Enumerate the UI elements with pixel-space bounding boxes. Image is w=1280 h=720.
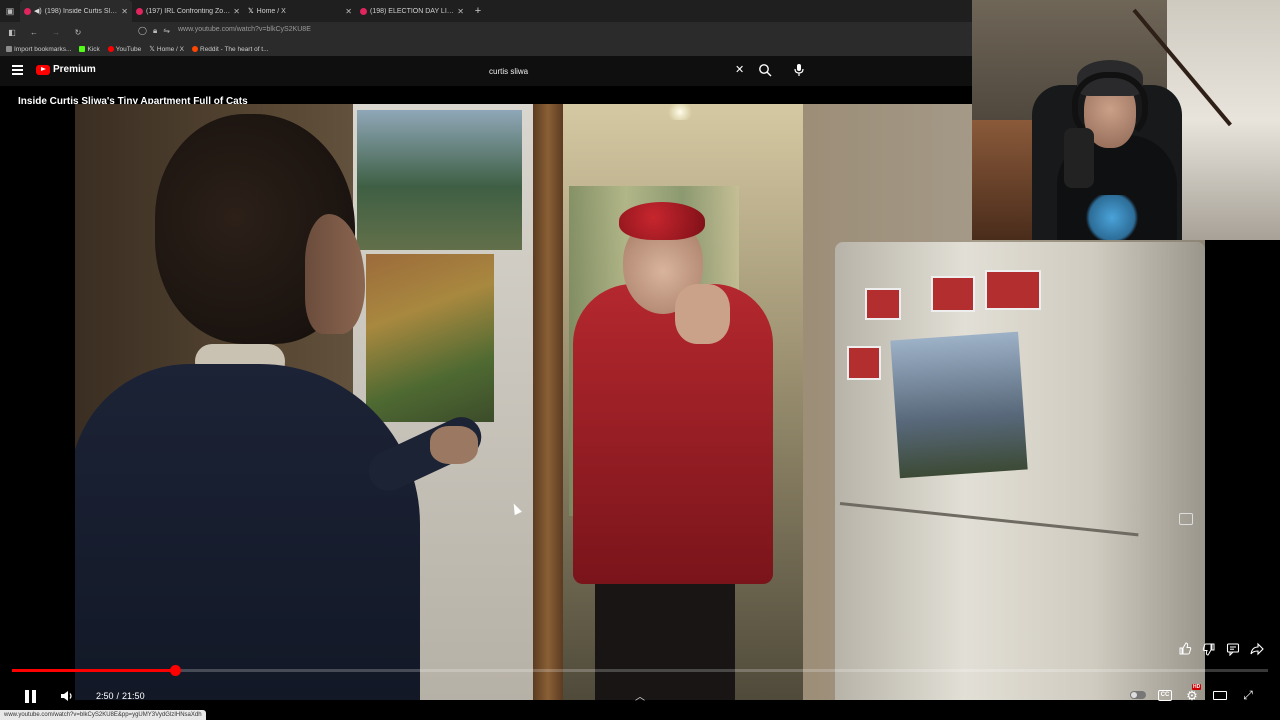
scene-fridge-magnet (985, 270, 1041, 310)
tab-label: (197) IRL Confronting Zohran M (146, 7, 230, 15)
video-actions (1178, 642, 1264, 656)
bookmark-import[interactable]: Import bookmarks... (6, 46, 71, 53)
new-tab-button[interactable]: + (468, 5, 488, 17)
close-icon[interactable]: ✕ (345, 7, 352, 16)
browser-tab-0[interactable]: ◀) (198) Inside Curtis Sliwa's T ✕ (20, 0, 132, 22)
scene-man-legs (595, 574, 735, 700)
close-icon[interactable]: ✕ (121, 7, 128, 16)
dislike-icon[interactable] (1202, 642, 1216, 656)
x-icon: 𝕏 (149, 46, 155, 53)
youtube-icon (360, 7, 367, 15)
bookmark-label: Import bookmarks... (14, 45, 72, 53)
shield-icon[interactable]: ◯ (138, 26, 147, 36)
chevron-up-icon[interactable]: ︿ (634, 690, 646, 703)
address-bar[interactable]: www.youtube.com/watch?v=blkCyS2KU8E (178, 26, 311, 33)
bookmarks-bar: Import bookmarks... Kick YouTube 𝕏 Home … (0, 42, 972, 56)
webcam-shelf (972, 120, 1032, 240)
browser-tab-2[interactable]: 𝕏 Home / X ✕ (244, 0, 356, 22)
scene-gesturing-hand (675, 284, 730, 344)
progress-played (12, 669, 176, 672)
comment-icon[interactable] (1226, 642, 1240, 656)
search-input[interactable]: curtis sliwa (482, 61, 752, 81)
scene-doorframe (533, 104, 563, 700)
scene-fridge-magnet (931, 276, 975, 312)
time-separator: / (116, 691, 120, 701)
youtube-play-icon (36, 64, 50, 75)
forward-button[interactable]: → (50, 28, 62, 37)
back-button[interactable]: ← (28, 28, 40, 37)
speaker-icon[interactable]: ◀) (34, 7, 42, 15)
bookmark-youtube[interactable]: YouTube (107, 45, 142, 53)
settings-icon[interactable]: ⚙ HD (1184, 684, 1202, 702)
permissions-icon[interactable]: ⇋ (163, 26, 170, 36)
bookmark-reddit[interactable]: Reddit - The heart of t... (192, 46, 269, 53)
tab-label: (198) ELECTION DAY LIVE: Wat (370, 7, 454, 15)
tab-label: Home / X (256, 7, 286, 15)
reload-button[interactable]: ↻ (72, 28, 84, 37)
browser-tab-1[interactable]: (197) IRL Confronting Zohran M ✕ (132, 0, 244, 22)
clear-search-icon[interactable]: ✕ (735, 63, 744, 76)
bookmark-x[interactable]: 𝕏 Home / X (149, 45, 184, 54)
like-icon[interactable] (1178, 642, 1192, 656)
browser-nav-bar: ◧ ← → ↻ ◯ 🔒︎ ⇋ www.youtube.com/watch?v=b… (0, 22, 972, 42)
search-icon[interactable] (758, 63, 772, 77)
share-icon[interactable] (1250, 642, 1264, 656)
youtube-icon (24, 7, 31, 15)
webcam-overlay (972, 0, 1280, 240)
scene-lake-poster (357, 110, 522, 250)
x-icon: 𝕏 (248, 8, 254, 15)
scene-ceiling-light (665, 104, 695, 120)
bookmark-label: YouTube (115, 45, 142, 53)
tab-label: (198) Inside Curtis Sliwa's T (44, 7, 119, 15)
scene-autumn-poster (366, 254, 494, 422)
webcam-shirt-graphic (1082, 195, 1142, 240)
bookmark-kick[interactable]: Kick (79, 45, 100, 53)
close-icon[interactable]: ✕ (233, 7, 240, 16)
fullscreen-icon[interactable]: ⤢ (1240, 688, 1256, 702)
progress-scrubber[interactable] (169, 665, 181, 676)
status-bar-url: www.youtube.com/watch?v=blkCyS2KU8E&pp=y… (0, 710, 206, 720)
browser-tab-3[interactable]: (198) ELECTION DAY LIVE: Wat ✕ (356, 0, 468, 22)
pause-button[interactable] (22, 688, 38, 704)
scene-red-jacket (573, 284, 773, 584)
menu-icon[interactable] (12, 65, 23, 77)
youtube-header: Premium curtis sliwa ✕ (0, 56, 972, 86)
sidebar-toggle-icon[interactable]: ◧ (6, 28, 18, 37)
bookmark-label: Kick (87, 45, 100, 53)
logo-text: Premium (53, 64, 96, 75)
tab-list-icon[interactable]: ▣ (0, 0, 20, 22)
scene-red-beret (619, 202, 705, 240)
url-security-icons: ◯ 🔒︎ ⇋ (138, 26, 170, 36)
bookmark-label: Reddit - The heart of t... (200, 45, 269, 53)
import-icon (6, 46, 12, 52)
progress-bar[interactable] (12, 665, 1268, 676)
volume-icon[interactable] (60, 689, 74, 703)
youtube-icon (107, 46, 114, 52)
microphone-icon[interactable] (793, 63, 805, 77)
scene-woman-sweater (75, 364, 420, 700)
player-right-controls: CC ⚙ HD ⤢ (1130, 684, 1256, 702)
hd-badge: HD (1192, 684, 1202, 690)
miniplayer-icon[interactable] (1179, 513, 1193, 525)
scene-fridge-magnet (847, 346, 881, 380)
lock-icon[interactable]: 🔒︎ (153, 26, 157, 36)
theater-mode-icon[interactable] (1212, 688, 1228, 702)
current-time: 2:50 (96, 691, 114, 701)
bookmark-label: Home / X (156, 45, 184, 53)
autoplay-toggle[interactable] (1130, 688, 1146, 702)
browser-tab-bar: ▣ ◀) (198) Inside Curtis Sliwa's T ✕ (19… (0, 0, 972, 22)
time-display: 2:50 / 21:50 (96, 691, 145, 701)
captions-icon[interactable]: CC (1158, 689, 1172, 701)
duration: 21:50 (122, 691, 145, 701)
scene-fridge-magnet (865, 288, 901, 320)
reddit-icon (192, 46, 198, 52)
close-icon[interactable]: ✕ (457, 7, 464, 16)
scene-woman-hand (430, 426, 478, 464)
youtube-icon (136, 7, 143, 15)
scene-skyline-photo (890, 331, 1028, 479)
webcam-microphone (1064, 128, 1094, 188)
kick-icon (79, 46, 86, 52)
youtube-logo[interactable]: Premium (36, 64, 96, 75)
